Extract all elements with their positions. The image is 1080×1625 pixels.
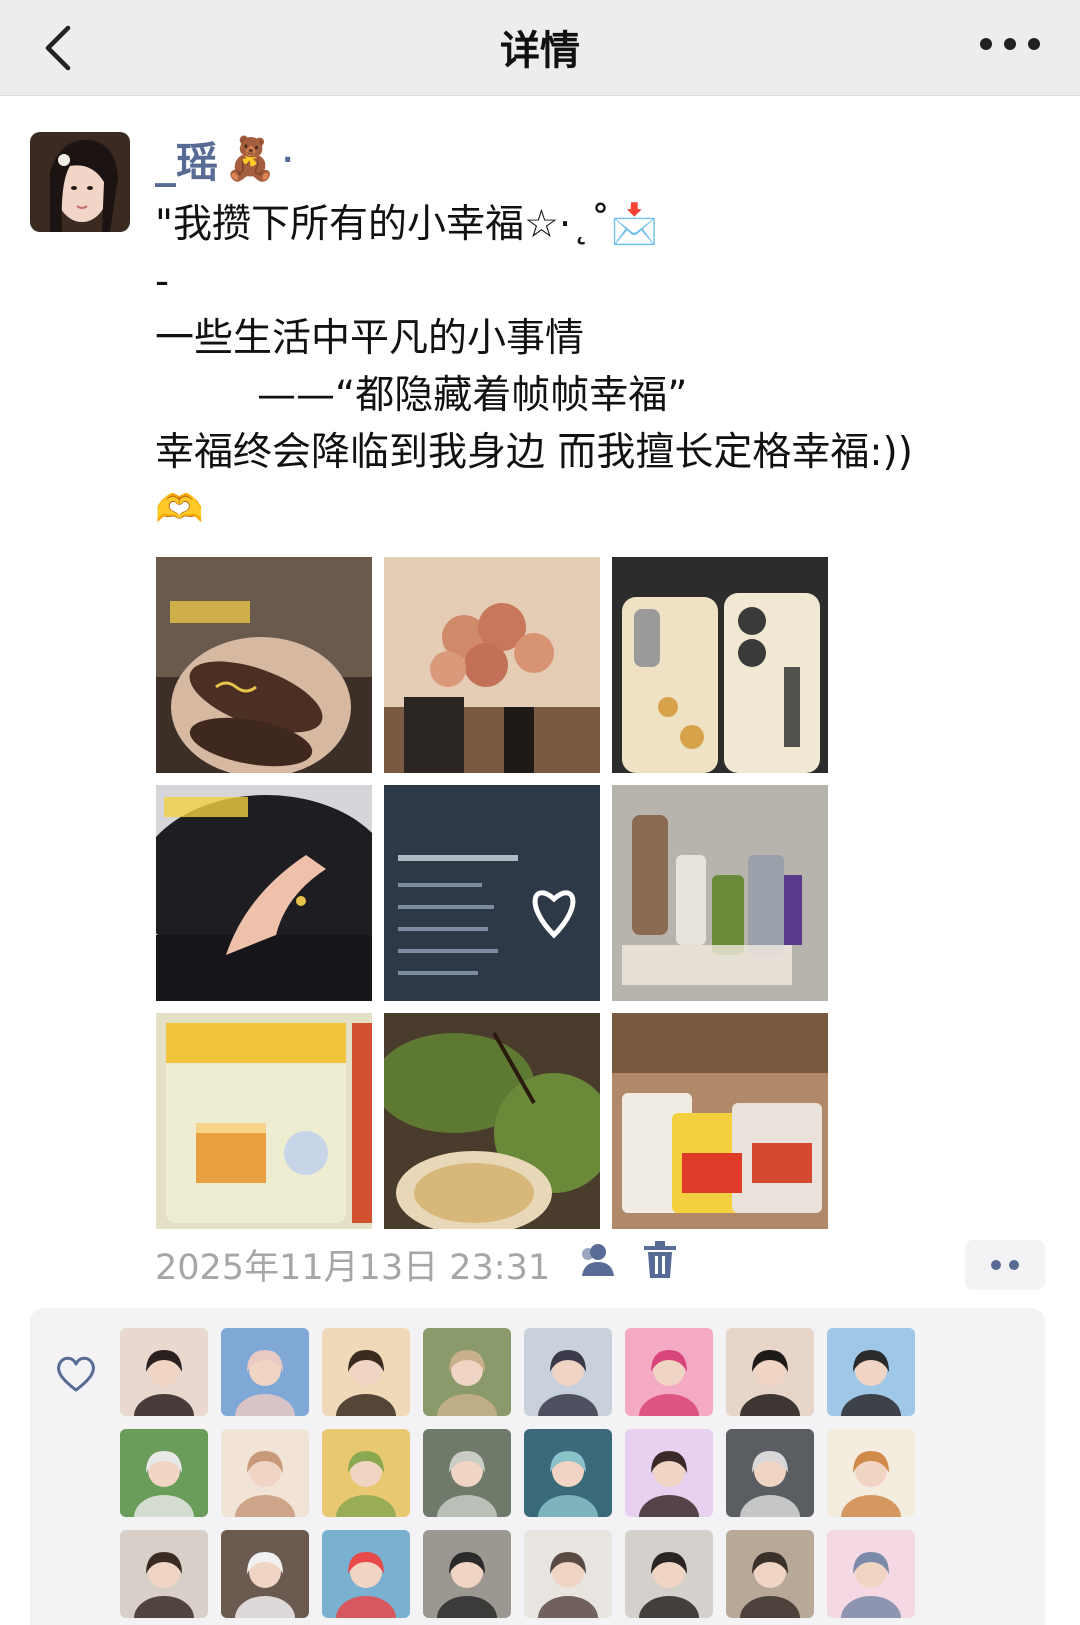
liker-avatar-14[interactable] (625, 1429, 713, 1517)
photo-grid (156, 557, 828, 1229)
post-line: "我攒下所有的小幸福☆·˛˚📩 (155, 202, 659, 247)
liker-avatar-16[interactable] (827, 1429, 915, 1517)
more-button[interactable] (980, 24, 1040, 64)
post-line: 🫶 (155, 487, 204, 532)
liker-avatar-19[interactable] (322, 1530, 410, 1618)
liker-avatar-9[interactable] (120, 1429, 208, 1517)
photo-skincare[interactable] (612, 785, 828, 1001)
liker-avatar-24[interactable] (827, 1530, 915, 1618)
author-name-suffix: · (282, 142, 293, 176)
photo-dinner[interactable] (384, 1013, 600, 1229)
author-name-text: _瑶 (155, 137, 219, 187)
post-text: "我攒下所有的小幸福☆·˛˚📩 - 一些生活中平凡的小事情 ——“都隐藏着帧帧幸… (155, 196, 1035, 538)
likes-panel (30, 1308, 1045, 1625)
liker-avatar-11[interactable] (322, 1429, 410, 1517)
more-dot (1004, 38, 1016, 50)
liker-avatars (120, 1328, 915, 1618)
liker-avatar-6[interactable] (625, 1328, 713, 1416)
liker-avatar-15[interactable] (726, 1429, 814, 1517)
liker-avatar-12[interactable] (423, 1429, 511, 1517)
liker-avatar-5[interactable] (524, 1328, 612, 1416)
liker-avatar-13[interactable] (524, 1429, 612, 1517)
post-actions-button[interactable] (965, 1240, 1045, 1290)
liker-avatar-18[interactable] (221, 1530, 309, 1618)
more-dot (980, 38, 992, 50)
liker-avatar-22[interactable] (625, 1530, 713, 1618)
liker-avatar-17[interactable] (120, 1530, 208, 1618)
post-line: - (155, 259, 170, 304)
photo-roses[interactable] (384, 557, 600, 773)
liker-avatar-4[interactable] (423, 1328, 511, 1416)
teddy-bear-emoji: 🧸 (224, 134, 277, 183)
liker-avatar-3[interactable] (322, 1328, 410, 1416)
nav-bar: 详情 (0, 0, 1080, 96)
liker-avatar-8[interactable] (827, 1328, 915, 1416)
photo-snack-pack[interactable] (156, 1013, 372, 1229)
liker-avatar-23[interactable] (726, 1530, 814, 1618)
liker-avatar-20[interactable] (423, 1530, 511, 1618)
post-line: 幸福终会降临到我身边 而我擅长定格幸福:)) (155, 430, 913, 475)
liker-avatar-21[interactable] (524, 1530, 612, 1618)
photo-hand-ring[interactable] (156, 785, 372, 1001)
author-avatar[interactable] (30, 132, 130, 232)
photo-hairclips[interactable] (156, 557, 372, 773)
post-line: ——“都隐藏着帧帧幸福” (257, 373, 688, 418)
two-dots-icon (1009, 1260, 1019, 1270)
photo-phone-cases[interactable] (612, 557, 828, 773)
more-dot (1028, 38, 1040, 50)
heart-outline-icon (54, 1352, 98, 1396)
liker-avatar-7[interactable] (726, 1328, 814, 1416)
liker-avatar-10[interactable] (221, 1429, 309, 1517)
post-line: 一些生活中平凡的小事情 (155, 316, 585, 361)
page-title: 详情 (500, 28, 580, 74)
post-meta: 2025年11月13日 23:31 (155, 1240, 678, 1288)
photo-spicy-snacks[interactable] (612, 1013, 828, 1229)
photo-text-heart[interactable] (384, 785, 600, 1001)
liker-avatar-2[interactable] (221, 1328, 309, 1416)
trash-icon[interactable] (642, 1240, 678, 1289)
liker-avatar-1[interactable] (120, 1328, 208, 1416)
author-name[interactable]: _瑶 🧸 · (155, 130, 293, 188)
two-dots-icon (991, 1260, 1001, 1270)
friends-icon[interactable] (576, 1240, 616, 1289)
post-timestamp: 2025年11月13日 23:31 (155, 1247, 551, 1288)
